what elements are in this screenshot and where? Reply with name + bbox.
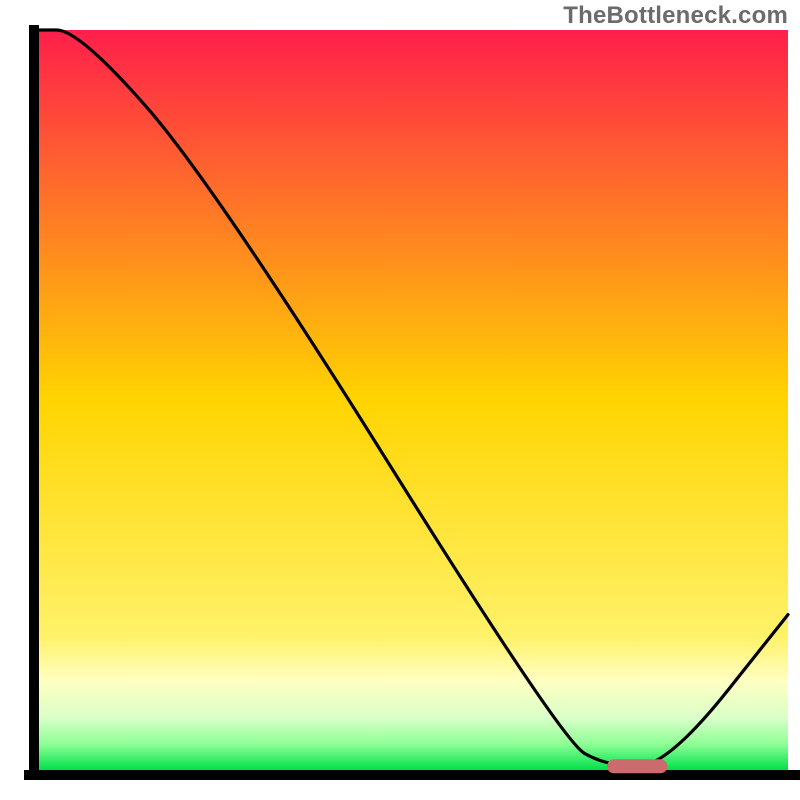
watermark-text: TheBottleneck.com bbox=[563, 2, 788, 30]
bottleneck-chart bbox=[0, 0, 800, 800]
plot-area bbox=[34, 30, 788, 770]
chart-container: TheBottleneck.com bbox=[0, 0, 800, 800]
optimal-marker bbox=[607, 759, 667, 773]
